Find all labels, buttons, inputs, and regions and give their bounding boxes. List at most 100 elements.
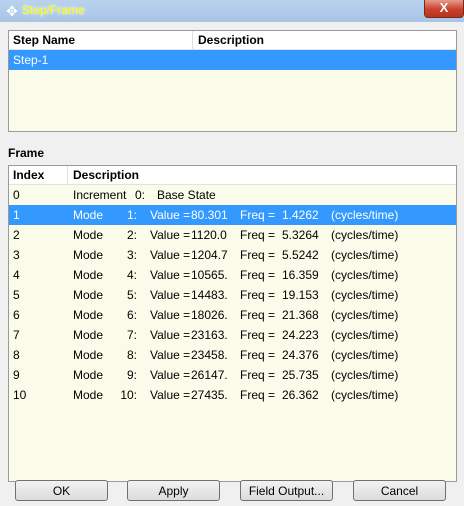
frame-row[interactable]: 2 Mode 2: Value = 1120.0 Freq = 5.3264 (cycles/…	[9, 225, 456, 245]
column-header-description[interactable]: Description	[73, 168, 139, 182]
frame-row[interactable]: 4 Mode 4: Value = 10565. Freq = 16.359 (cycles/…	[9, 265, 456, 285]
frame-number-cell: 9:	[126, 368, 137, 382]
frame-value-cell: 14483.	[191, 288, 228, 302]
frame-unit-cell: (cycles/time)	[331, 208, 399, 222]
frame-freq-label-cell: Freq =	[240, 248, 276, 262]
frame-number-cell: 0:	[134, 188, 145, 202]
frame-value-cell: 1204.7	[191, 248, 228, 262]
frame-index-cell: 3	[13, 248, 20, 262]
frame-index-cell: 7	[13, 328, 20, 342]
frame-number-cell: 4:	[126, 268, 137, 282]
frame-number-cell: 10:	[120, 388, 137, 402]
frame-type-cell: Mode	[73, 368, 104, 382]
frame-type-cell: Mode	[73, 348, 104, 362]
frame-freq-label-cell: Freq =	[240, 288, 276, 302]
frame-row[interactable]: 3 Mode 3: Value = 1204.7 Freq = 5.5242 (cycles/…	[9, 245, 456, 265]
frame-type-cell: Mode	[73, 208, 104, 222]
frame-type-cell: Mode	[73, 388, 104, 402]
frame-type-cell: Mode	[73, 228, 104, 242]
frame-freq-cell: 26.362	[282, 388, 319, 402]
frame-section-label: Frame	[8, 146, 45, 160]
dialog-body: Step Name Description Step-1 Frame Index…	[0, 22, 464, 506]
frame-type-cell: Mode	[73, 288, 104, 302]
frame-label-cell: Value =	[150, 208, 191, 222]
frame-freq-cell: 25.735	[282, 368, 319, 382]
apply-button[interactable]: Apply	[127, 480, 220, 501]
field-output-button[interactable]: Field Output...	[240, 480, 333, 501]
frame-unit-cell: (cycles/time)	[331, 228, 399, 242]
frame-index-cell: 1	[13, 208, 20, 222]
frame-freq-cell: 21.368	[282, 308, 319, 322]
frame-number-cell: 2:	[126, 228, 137, 242]
frame-value-cell: 27435.	[191, 388, 228, 402]
frame-label-cell: Value =	[150, 348, 191, 362]
title-bar[interactable]: ✥ Step/Frame X	[0, 0, 464, 23]
frame-row[interactable]: 9 Mode 9: Value = 26147. Freq = 25.735 (cycles/…	[9, 365, 456, 385]
frame-row-selected[interactable]: 1 Mode 1: Value = 80.301 Freq = 1.4262 (cycles/…	[9, 205, 456, 225]
frame-index-cell: 8	[13, 348, 20, 362]
frame-freq-label-cell: Freq =	[240, 228, 276, 242]
frame-unit-cell: (cycles/time)	[331, 268, 399, 282]
frame-freq-label-cell: Freq =	[240, 308, 276, 322]
frame-freq-cell: 19.153	[282, 288, 319, 302]
frame-number-cell: 5:	[126, 288, 137, 302]
frame-label-cell: Value =	[150, 248, 191, 262]
frame-freq-label-cell: Freq =	[240, 268, 276, 282]
frame-row[interactable]: 6 Mode 6: Value = 18026. Freq = 21.368 (cycles/…	[9, 305, 456, 325]
frame-number-cell: 6:	[126, 308, 137, 322]
frame-index-cell: 0	[13, 188, 20, 202]
frame-number-cell: 1:	[126, 208, 137, 222]
step-table-header: Step Name Description	[9, 31, 456, 50]
frame-value-cell: 10565.	[191, 268, 228, 282]
column-header-description[interactable]: Description	[198, 33, 264, 47]
column-divider[interactable]	[67, 166, 68, 184]
frame-table: Index Description 0 Increment 0: Base State…	[8, 165, 457, 482]
close-icon: X	[439, 0, 449, 15]
frame-type-cell: Mode	[73, 308, 104, 322]
frame-label-cell: Value =	[150, 388, 191, 402]
frame-number-cell: 3:	[126, 248, 137, 262]
frame-freq-label-cell: Freq =	[240, 388, 276, 402]
frame-number-cell: 8:	[126, 348, 137, 362]
frame-index-cell: 5	[13, 288, 20, 302]
frame-unit-cell: (cycles/time)	[331, 328, 399, 342]
frame-index-cell: 10	[13, 388, 27, 402]
frame-freq-cell: 5.5242	[282, 248, 319, 262]
frame-index-cell: 2	[13, 228, 20, 242]
frame-type-cell: Mode	[73, 248, 104, 262]
frame-freq-cell: 16.359	[282, 268, 319, 282]
frame-unit-cell: (cycles/time)	[331, 368, 399, 382]
frame-row[interactable]: 8 Mode 8: Value = 23458. Freq = 24.376 (cycles/…	[9, 345, 456, 365]
ok-button[interactable]: OK	[15, 480, 108, 501]
frame-freq-label-cell: Freq =	[240, 208, 276, 222]
frame-number-cell: 7:	[126, 328, 137, 342]
frame-value-cell: 23163.	[191, 328, 228, 342]
frame-value-cell: 18026.	[191, 308, 228, 322]
column-divider[interactable]	[192, 31, 193, 49]
cancel-button[interactable]: Cancel	[353, 480, 446, 501]
frame-row[interactable]: 10 Mode 10: Value = 27435. Freq = 26.362 (cycle…	[9, 385, 456, 405]
frame-index-cell: 4	[13, 268, 20, 282]
frame-type-cell: Mode	[73, 328, 104, 342]
frame-value-cell: 1120.0	[191, 228, 227, 242]
frame-row[interactable]: 0 Increment 0: Base State	[9, 185, 456, 205]
frame-label-cell: Value =	[150, 268, 191, 282]
frame-freq-label-cell: Freq =	[240, 348, 276, 362]
frame-label-cell: Value =	[150, 228, 191, 242]
step-row-selected[interactable]: Step-1	[9, 50, 456, 70]
frame-value-cell: 80.301	[191, 208, 228, 222]
frame-freq-label-cell: Freq =	[240, 328, 276, 342]
frame-index-cell: 9	[13, 368, 20, 382]
column-header-step-name[interactable]: Step Name	[13, 33, 75, 47]
frame-freq-label-cell: Freq =	[240, 368, 276, 382]
frame-row[interactable]: 7 Mode 7: Value = 23163. Freq = 24.223 (cycles/…	[9, 325, 456, 345]
frame-label-cell: Value =	[150, 368, 191, 382]
close-button[interactable]: X	[424, 0, 464, 18]
frame-type-cell: Increment	[73, 188, 127, 202]
frame-type-cell: Mode	[73, 268, 104, 282]
frame-unit-cell: (cycles/time)	[331, 388, 399, 402]
frame-row[interactable]: 5 Mode 5: Value = 14483. Freq = 19.153 (cycles/…	[9, 285, 456, 305]
column-header-index[interactable]: Index	[13, 168, 44, 182]
frame-table-header: Index Description	[9, 166, 456, 185]
move-cross-icon: ✥	[6, 3, 18, 19]
